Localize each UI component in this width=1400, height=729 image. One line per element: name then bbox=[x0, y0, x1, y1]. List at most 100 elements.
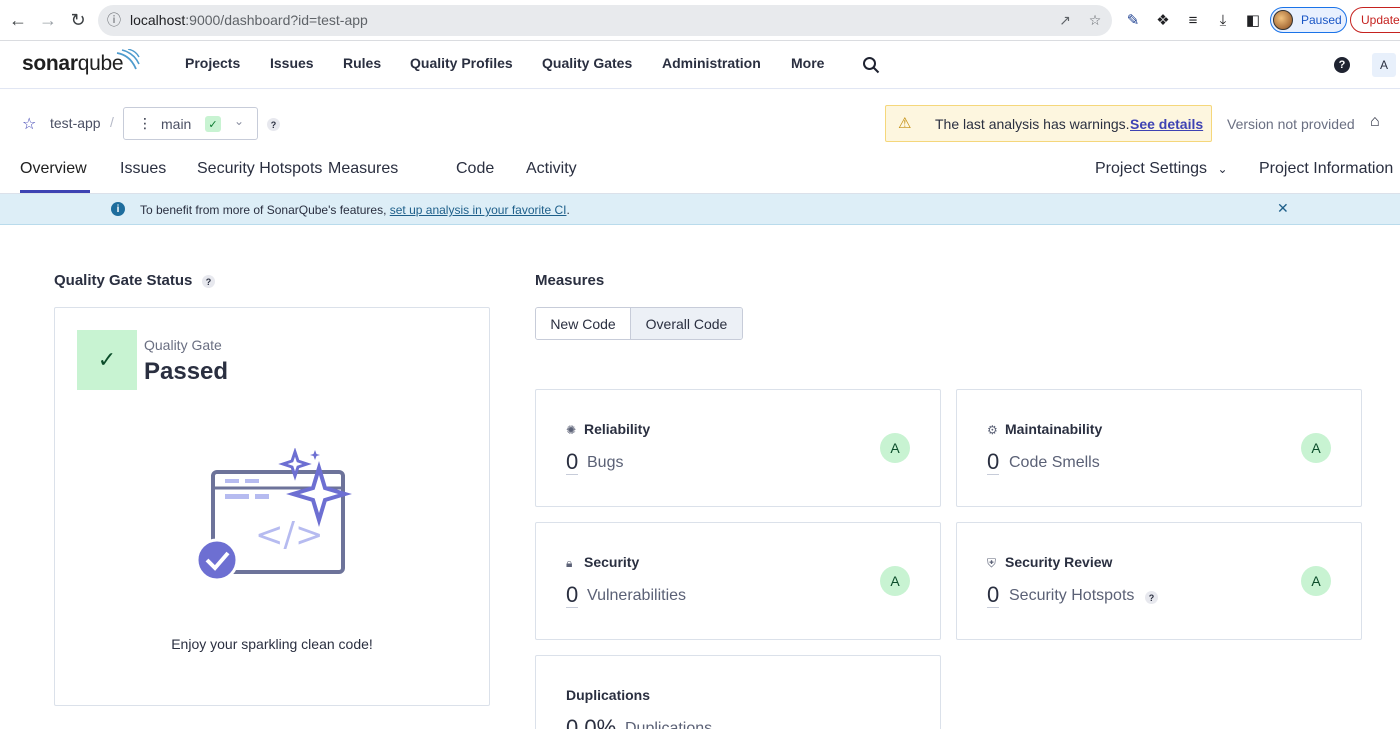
duplications-value[interactable]: 0.0% bbox=[566, 716, 616, 729]
reading-list-icon[interactable]: ≡ bbox=[1183, 10, 1203, 30]
security-hotspots-help-icon[interactable]: ? bbox=[1145, 591, 1158, 604]
back-arrow-icon[interactable]: ← bbox=[6, 8, 30, 32]
duplications-label: Duplications bbox=[625, 720, 713, 729]
bugs-count[interactable]: 0 bbox=[566, 450, 579, 475]
setup-ci-link[interactable]: set up analysis in your favorite CI bbox=[390, 203, 567, 217]
duplications-title: Duplications bbox=[566, 687, 651, 703]
tab-security-hotspots[interactable]: Security Hotspots bbox=[197, 160, 322, 178]
vulnerabilities-label: Vulnerabilities bbox=[587, 587, 687, 604]
overall-code-button[interactable]: Overall Code bbox=[631, 308, 742, 339]
info-icon: i bbox=[111, 202, 125, 216]
analysis-warning-alert: ⚠ The last analysis has warnings. See de… bbox=[885, 105, 1212, 142]
active-tab-indicator bbox=[20, 190, 90, 193]
warning-triangle-icon: ⚠ bbox=[898, 115, 912, 132]
nav-quality-profiles[interactable]: Quality Profiles bbox=[410, 55, 513, 71]
tab-overview[interactable]: Overview bbox=[20, 160, 87, 178]
update-button[interactable]: Update bbox=[1350, 7, 1400, 33]
quality-gate-label: Quality Gate bbox=[144, 337, 222, 353]
passed-check-icon: ✓ bbox=[77, 330, 137, 390]
branch-icon: ⋮ bbox=[138, 115, 152, 131]
branch-selector[interactable]: ⋮ main ✓ ⌄ bbox=[123, 107, 258, 140]
browser-toolbar: ← → ↻ ⓘ localhost:9000/dashboard?id=test… bbox=[0, 0, 1400, 41]
bookmark-star-icon[interactable]: ☆ bbox=[1085, 10, 1105, 30]
nav-more[interactable]: More bbox=[791, 55, 824, 71]
download-icon[interactable]: ⤓ bbox=[1213, 10, 1233, 30]
favorite-star-icon[interactable]: ☆ bbox=[22, 114, 36, 134]
profile-paused-button[interactable]: Paused bbox=[1270, 7, 1347, 33]
maintainability-title: ⚙ Maintainability bbox=[987, 421, 1103, 437]
branch-name: main bbox=[161, 116, 192, 132]
svg-text:</>: </> bbox=[255, 515, 323, 555]
forward-arrow-icon[interactable]: → bbox=[36, 8, 60, 32]
nav-issues[interactable]: Issues bbox=[270, 55, 314, 71]
side-panel-icon[interactable]: ◧ bbox=[1243, 10, 1263, 30]
nav-administration[interactable]: Administration bbox=[662, 55, 761, 71]
code-smells-count[interactable]: 0 bbox=[987, 450, 1000, 475]
project-information-link[interactable]: Project Information bbox=[1259, 160, 1393, 178]
search-icon[interactable] bbox=[862, 56, 880, 74]
banner-text: To benefit from more of SonarQube's feat… bbox=[140, 203, 570, 217]
branch-help-icon[interactable]: ? bbox=[267, 118, 280, 131]
user-avatar[interactable]: A bbox=[1372, 53, 1396, 77]
reliability-card: ✺ Reliability 0 Bugs A bbox=[535, 389, 941, 507]
quality-gate-title: Quality Gate Status bbox=[54, 272, 193, 289]
security-review-rating-badge[interactable]: A bbox=[1301, 566, 1331, 596]
global-navigation: sonarqube Projects Issues Rules Quality … bbox=[0, 41, 1400, 89]
lock-icon: 🔒︎ bbox=[566, 556, 573, 570]
code-smells-label: Code Smells bbox=[1009, 454, 1100, 471]
edit-extension-icon[interactable]: ✎ bbox=[1123, 10, 1143, 30]
quality-gate-help-icon[interactable]: ? bbox=[202, 275, 215, 288]
puzzle-extensions-icon[interactable]: ❖ bbox=[1153, 10, 1173, 30]
clean-code-message: Enjoy your sparkling clean code! bbox=[171, 636, 373, 652]
version-label: Version not provided bbox=[1227, 116, 1355, 132]
chevron-down-icon: ⌄ bbox=[234, 114, 245, 128]
reload-icon[interactable]: ↻ bbox=[66, 8, 90, 32]
security-review-card: ⛨ Security Review 0 Security Hotspots ? A bbox=[956, 522, 1362, 640]
quality-gate-status: Passed bbox=[144, 358, 229, 385]
tab-activity[interactable]: Activity bbox=[526, 160, 577, 178]
tab-code[interactable]: Code bbox=[456, 160, 494, 178]
sonarqube-logo[interactable]: sonarqube bbox=[22, 52, 124, 76]
security-hotspots-label: Security Hotspots bbox=[1009, 587, 1135, 604]
security-title: 🔒︎ Security bbox=[566, 554, 640, 570]
address-bar[interactable]: ⓘ localhost:9000/dashboard?id=test-app ↗… bbox=[98, 5, 1112, 36]
new-code-button[interactable]: New Code bbox=[536, 308, 631, 339]
project-settings-label: Project Settings bbox=[1095, 160, 1208, 177]
nav-projects[interactable]: Projects bbox=[185, 55, 240, 71]
project-name[interactable]: test-app bbox=[50, 115, 101, 131]
project-settings-menu[interactable]: Project Settings ⌄ bbox=[1095, 160, 1228, 178]
profile-status-label: Paused bbox=[1301, 13, 1342, 27]
nav-quality-gates[interactable]: Quality Gates bbox=[542, 55, 632, 71]
code-period-toggle: New Code Overall Code bbox=[535, 307, 743, 340]
tab-measures[interactable]: Measures bbox=[328, 160, 398, 178]
clean-code-illustration-icon: </> bbox=[195, 448, 352, 582]
project-header: ☆ test-app / ⋮ main ✓ ⌄ ? ⚠ The last ana… bbox=[0, 90, 1400, 194]
tab-issues[interactable]: Issues bbox=[120, 160, 166, 178]
shield-icon: ⛨ bbox=[987, 556, 997, 570]
bugs-label: Bugs bbox=[587, 454, 624, 471]
profile-avatar bbox=[1273, 10, 1293, 30]
reliability-title: ✺ Reliability bbox=[566, 421, 651, 437]
maintainability-rating-badge[interactable]: A bbox=[1301, 433, 1331, 463]
breadcrumb-separator: / bbox=[110, 114, 114, 130]
chevron-down-icon: ⌄ bbox=[1217, 162, 1228, 176]
close-icon[interactable]: ✕ bbox=[1277, 200, 1289, 217]
help-icon[interactable]: ? bbox=[1334, 57, 1350, 73]
security-card: 🔒︎ Security 0 Vulnerabilities A bbox=[535, 522, 941, 640]
update-label: Update bbox=[1361, 13, 1400, 27]
security-review-title: ⛨ Security Review bbox=[987, 554, 1113, 570]
measures-title: Measures bbox=[535, 272, 605, 289]
sonarqube-logo-arc-icon bbox=[116, 49, 140, 70]
vulnerabilities-count[interactable]: 0 bbox=[566, 583, 579, 608]
security-hotspots-count[interactable]: 0 bbox=[987, 583, 1000, 608]
reliability-rating-badge[interactable]: A bbox=[880, 433, 910, 463]
nav-rules[interactable]: Rules bbox=[343, 55, 381, 71]
share-icon[interactable]: ↗ bbox=[1055, 10, 1075, 30]
duplications-card: Duplications 0.0% Duplications bbox=[535, 655, 941, 729]
home-icon[interactable]: ⌂ bbox=[1370, 113, 1380, 131]
security-rating-badge[interactable]: A bbox=[880, 566, 910, 596]
quality-gate-card: ✓ Quality Gate Passed </> Enjoy your spa… bbox=[54, 307, 490, 706]
see-details-link[interactable]: See details bbox=[1130, 116, 1203, 132]
info-circle-icon[interactable]: ⓘ bbox=[104, 10, 124, 30]
branch-passed-check-icon: ✓ bbox=[205, 116, 221, 132]
